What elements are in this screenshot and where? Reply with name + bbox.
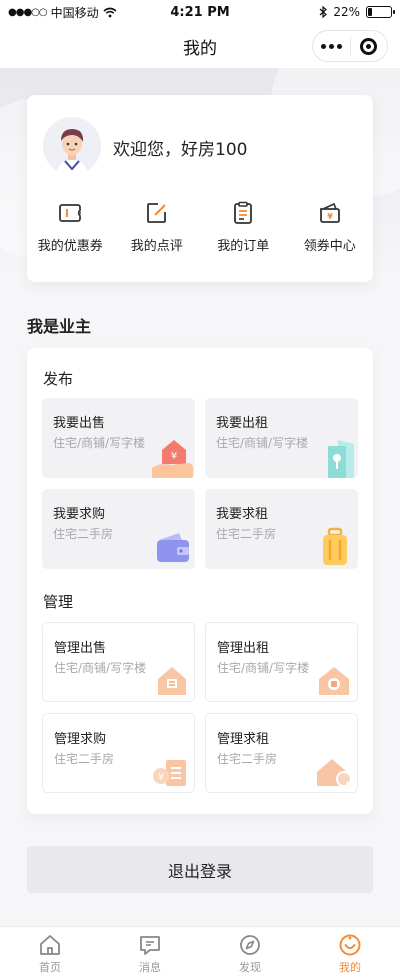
tile-title: 管理出售 — [54, 641, 107, 656]
tile-manage-want-rent[interactable]: 管理求租 住宅二手房 — [205, 713, 358, 793]
tile-subtitle: 住宅/商铺/写字楼 — [53, 436, 146, 450]
tab-label: 消息 — [139, 961, 161, 974]
tile-title: 我要求购 — [53, 507, 106, 522]
bluetooth-icon — [319, 6, 328, 18]
compass-icon — [240, 935, 260, 955]
quick-link-label: 我的订单 — [217, 239, 270, 254]
key-door-icon — [328, 440, 354, 478]
status-bar: ●●●○○ 中国移动 4:21 PM 22% — [0, 0, 400, 24]
page-title: 我的 — [183, 38, 217, 59]
profile-smile-icon — [339, 934, 361, 956]
tab-bar: 首页 消息 发现 我的 — [0, 926, 400, 977]
yen-list-icon: ¥ — [153, 760, 186, 786]
wifi-icon — [103, 7, 117, 17]
tab-discover[interactable]: 发现 — [200, 927, 300, 977]
quick-links: 我的优惠券 我的点评 我的订单 ¥ 领券中心 — [27, 200, 373, 254]
battery-icon — [366, 6, 395, 18]
close-mini-program-button[interactable] — [351, 31, 388, 61]
owner-section-title: 我是业主 — [27, 317, 92, 336]
tab-label: 我的 — [339, 961, 361, 974]
mini-program-capsule — [312, 30, 388, 62]
tile-title: 我要出租 — [216, 416, 269, 431]
nav-bar: 我的 — [0, 24, 400, 68]
luggage-icon — [323, 527, 347, 565]
welcome-text: 欢迎您，好房100 — [113, 140, 248, 160]
quick-link-coupon-center[interactable]: ¥ 领券中心 — [287, 200, 374, 254]
tile-title: 我要出售 — [53, 416, 106, 431]
tile-manage-sell[interactable]: 管理出售 住宅/商铺/写字楼 — [42, 622, 195, 702]
logout-button[interactable]: 退出登录 — [27, 846, 373, 893]
tile-title: 我要求租 — [216, 507, 269, 522]
tile-subtitle: 住宅二手房 — [216, 527, 277, 541]
tile-manage-want-buy[interactable]: 管理求购 住宅二手房 ¥ — [42, 713, 195, 793]
tile-subtitle: 住宅二手房 — [54, 752, 115, 766]
tile-subtitle: 住宅/商铺/写字楼 — [54, 661, 147, 675]
quick-link-coupons[interactable]: 我的优惠券 — [27, 200, 114, 254]
tile-subtitle: 住宅/商铺/写字楼 — [217, 661, 310, 675]
more-button[interactable] — [313, 31, 350, 61]
tile-title: 管理求租 — [217, 732, 270, 747]
tab-label: 发现 — [239, 961, 261, 974]
battery-level-fill — [368, 8, 372, 16]
order-list-icon — [234, 201, 253, 224]
tile-title: 管理出租 — [217, 641, 270, 656]
tile-subtitle: 住宅二手房 — [53, 527, 114, 541]
svg-text:¥: ¥ — [158, 772, 164, 783]
house-hand-icon: ¥ — [152, 440, 193, 478]
coupon-icon — [59, 204, 82, 222]
home-icon — [40, 935, 60, 955]
more-dots-icon — [320, 43, 342, 49]
tile-want-buy[interactable]: 我要求购 住宅二手房 — [42, 489, 195, 569]
svg-text:¥: ¥ — [327, 212, 333, 221]
quick-link-orders[interactable]: 我的订单 — [200, 200, 287, 254]
profile-card: 欢迎您，好房100 我的优惠券 我的点评 我的订单 ¥ 领券中心 — [27, 95, 373, 282]
tile-want-rent[interactable]: 我要求租 住宅二手房 — [205, 489, 358, 569]
message-icon — [140, 936, 160, 955]
house-icon — [158, 667, 186, 695]
publish-group-label: 发布 — [43, 370, 74, 388]
tab-messages[interactable]: 消息 — [100, 927, 200, 977]
wallet-icon — [157, 533, 189, 562]
house-doc-icon — [319, 667, 349, 695]
tab-mine[interactable]: 我的 — [300, 927, 400, 977]
signal-dots-icon: ●●●○○ — [8, 6, 48, 18]
quick-link-label: 我的点评 — [130, 239, 183, 254]
owner-card: 发布 我要出售 住宅/商铺/写字楼 ¥ 我要出租 住宅/商铺/写字楼 我要求购 … — [27, 348, 373, 814]
tile-subtitle: 住宅/商铺/写字楼 — [216, 436, 309, 450]
avatar[interactable] — [43, 117, 101, 175]
tab-label: 首页 — [39, 961, 61, 974]
tile-sell[interactable]: 我要出售 住宅/商铺/写字楼 ¥ — [42, 398, 195, 478]
quick-link-label: 我的优惠券 — [37, 239, 103, 254]
house-search-icon — [317, 759, 352, 787]
wallet-yen-icon: ¥ — [319, 202, 340, 223]
target-close-icon — [360, 37, 378, 55]
edit-review-icon — [146, 203, 166, 223]
tab-home[interactable]: 首页 — [0, 927, 100, 977]
quick-link-label: 领券中心 — [303, 239, 356, 254]
tile-manage-rent-out[interactable]: 管理出租 住宅/商铺/写字楼 — [205, 622, 358, 702]
quick-link-reviews[interactable]: 我的点评 — [114, 200, 201, 254]
carrier-label: 中国移动 — [50, 5, 99, 20]
tile-rent-out[interactable]: 我要出租 住宅/商铺/写字楼 — [205, 398, 358, 478]
svg-text:¥: ¥ — [171, 451, 177, 462]
avatar-person-icon — [43, 117, 101, 175]
tile-subtitle: 住宅二手房 — [217, 752, 278, 766]
battery-percent: 22% — [333, 5, 360, 19]
manage-group-label: 管理 — [43, 593, 74, 611]
tile-title: 管理求购 — [54, 732, 107, 747]
